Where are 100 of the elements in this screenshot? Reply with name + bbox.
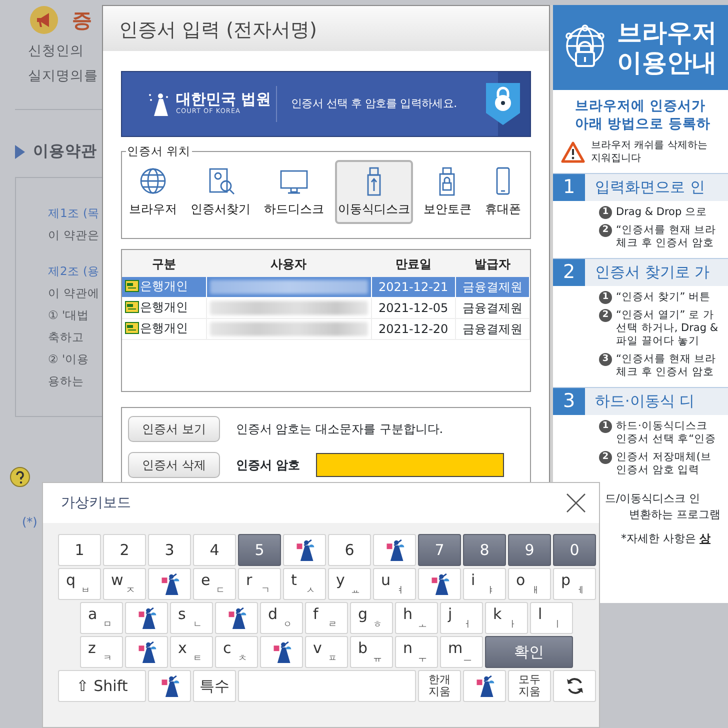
keyboard-key[interactable]: 8: [463, 534, 506, 566]
terms-heading: 제2조 (용: [48, 263, 100, 280]
panel-title: 이용안내: [617, 48, 717, 78]
keyboard-key[interactable]: y ㅛ: [328, 568, 371, 600]
logo-key[interactable]: [215, 602, 258, 634]
detail-link[interactable]: 상: [700, 532, 710, 545]
terms-text: 이 약관은: [48, 227, 100, 244]
logo-key[interactable]: [373, 534, 416, 566]
location-option[interactable]: 하드디스크: [261, 160, 328, 224]
page-heading: 증: [72, 7, 92, 34]
dialog-title: 인증서 입력 (전자서명): [103, 6, 549, 51]
table-cell-text: 은행개인: [140, 278, 188, 295]
keyboard-key[interactable]: 4: [193, 534, 236, 566]
keyboard-key[interactable]: l ㅣ: [530, 602, 573, 634]
password-note: 인증서 암호는 대소문자를 구분합니다.: [236, 421, 444, 438]
keyboard-key[interactable]: w ㅈ: [103, 568, 146, 600]
keyboard-key[interactable]: o ㅐ: [508, 568, 551, 600]
keyboard-key[interactable]: p ㅔ: [553, 568, 596, 600]
keyboard-key[interactable]: a ㅁ: [80, 602, 123, 634]
keyboard-key[interactable]: t ㅅ: [283, 568, 326, 600]
keyboard-key[interactable]: z ㅋ: [80, 636, 123, 668]
keyboard-key[interactable]: e ㄷ: [193, 568, 236, 600]
keyboard-key[interactable]: u ㅕ: [373, 568, 416, 600]
warning-icon: [561, 141, 585, 163]
keyboard-key[interactable]: 모두 지움: [508, 670, 551, 702]
confirm-key[interactable]: 확인: [485, 636, 573, 668]
logo-key[interactable]: [148, 670, 191, 702]
logo-key[interactable]: [283, 534, 326, 566]
footnote-mark: (*): [22, 514, 38, 532]
keyboard-key[interactable]: j ㅓ: [440, 602, 483, 634]
password-label: 인증서 암호: [236, 457, 300, 474]
step-title: 입력화면으로 인: [594, 177, 705, 198]
court-name: 대한민국 법원: [176, 91, 272, 108]
keyboard-key[interactable]: 한개 지움: [418, 670, 461, 702]
location-option[interactable]: 인증서찾기: [188, 160, 254, 224]
keyboard-key[interactable]: k ㅏ: [485, 602, 528, 634]
column-header: 만료일: [371, 250, 456, 277]
location-option[interactable]: 보안토큰: [420, 160, 474, 224]
location-option[interactable]: 휴대폰: [482, 160, 524, 224]
logo-key[interactable]: [125, 602, 168, 634]
keyboard-key[interactable]: 6: [328, 534, 371, 566]
keyboard-key[interactable]: g ㅎ: [350, 602, 393, 634]
triangle-icon: [15, 144, 25, 159]
detail-text: *자세한 사항은: [621, 532, 696, 545]
keyboard-key[interactable]: 0: [553, 534, 596, 566]
keyboard-key[interactable]: n ㅜ: [395, 636, 438, 668]
keyboard-key[interactable]: s ㄴ: [170, 602, 213, 634]
keyboard-key[interactable]: m ㅡ: [440, 636, 483, 668]
refresh-key[interactable]: [553, 670, 596, 702]
keyboard-key[interactable]: d ㅇ: [260, 602, 303, 634]
banner-message: 인증서 선택 후 암호를 입력하세요.: [291, 96, 458, 112]
shift-key[interactable]: ⇧ Shift: [58, 670, 146, 702]
terms-text: ① '대법: [48, 307, 90, 324]
keyboard-key[interactable]: r ㄱ: [238, 568, 281, 600]
table-cell-text: 은행개인: [140, 299, 188, 316]
keyboard-key[interactable]: c ㅊ: [215, 636, 258, 668]
logo-key[interactable]: [418, 568, 461, 600]
column-header: 사용자: [206, 250, 371, 277]
table-row[interactable]: 은행개인 2021-12-20 금융결제원: [122, 318, 530, 340]
keyboard-key[interactable]: h ㅗ: [395, 602, 438, 634]
keyboard-key[interactable]: i ㅑ: [463, 568, 506, 600]
password-field[interactable]: [316, 453, 504, 477]
keyboard-key[interactable]: v ㅍ: [305, 636, 348, 668]
keyboard-key[interactable]: 3: [148, 534, 191, 566]
item-number: 3: [599, 353, 612, 366]
keyboard-key[interactable]: x ㅌ: [170, 636, 213, 668]
keyboard-key[interactable]: 9: [508, 534, 551, 566]
keyboard-key[interactable]: b ㅠ: [350, 636, 393, 668]
terms-text: 용하는: [48, 373, 84, 390]
logo-key[interactable]: [463, 670, 506, 702]
intro-text: 아래 방법으로 등록하: [575, 115, 710, 133]
intro-text: 실지명의를: [28, 67, 98, 86]
step-text: 하드·이동식디스크 인증서 선택 후“인증: [616, 420, 716, 446]
logo-key[interactable]: [260, 636, 303, 668]
step-title: 인증서 찾기로 가: [594, 262, 710, 284]
delete-certificate-button[interactable]: 인증서 삭제: [128, 452, 220, 478]
keyboard-key[interactable]: f ㄹ: [305, 602, 348, 634]
table-cell-text: 은행개인: [140, 320, 188, 337]
keyboard-key[interactable]: 5: [238, 534, 281, 566]
item-number: 1: [599, 206, 612, 219]
keyboard-key[interactable]: 7: [418, 534, 461, 566]
keyboard-key[interactable]: 특수: [193, 670, 236, 702]
close-icon[interactable]: [565, 492, 587, 514]
step-number: 1: [553, 174, 585, 201]
shield-lock-icon: [484, 81, 522, 127]
step-text: “인증서를 현재 브라 체크 후 인증서 암호: [616, 224, 716, 250]
table-row[interactable]: 은행개인 2021-12-05 금융결제원: [122, 298, 530, 318]
location-option[interactable]: 이동식디스크: [334, 160, 413, 224]
globe-icon: [138, 166, 168, 196]
location-option[interactable]: 브라우저: [126, 160, 180, 224]
view-certificate-button[interactable]: 인증서 보기: [128, 416, 220, 442]
keyboard-key[interactable]: 1: [58, 534, 101, 566]
terms-text: 축하고: [48, 329, 84, 346]
logo-key[interactable]: [148, 568, 191, 600]
warning-text: 브라우저 캐쉬를 삭제하는 지워집니다: [591, 139, 708, 165]
column-header: 발급자: [456, 250, 530, 277]
keyboard-key[interactable]: 2: [103, 534, 146, 566]
table-cell: 2021-12-20: [371, 318, 456, 340]
keyboard-key[interactable]: q ㅂ: [58, 568, 101, 600]
logo-key[interactable]: [125, 636, 168, 668]
